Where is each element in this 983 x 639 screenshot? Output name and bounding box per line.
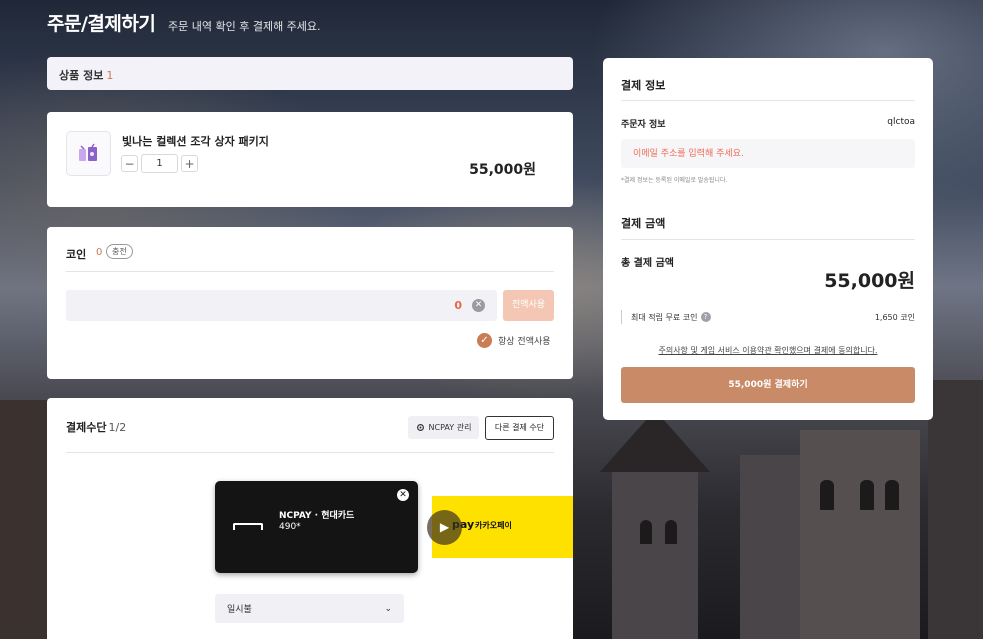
coin-charge-button[interactable]: 충전 bbox=[106, 244, 133, 259]
installment-select[interactable]: 일시불 ⌄ bbox=[215, 594, 404, 623]
coin-balance: 0 bbox=[96, 247, 103, 258]
payment-amount-heading: 결제 금액 bbox=[621, 217, 666, 230]
product-count: 1 bbox=[106, 69, 114, 82]
coin-label: 코인 bbox=[66, 248, 87, 261]
reward-coin-row: 최대 적립 무료 코인 ? 1,650 코인 bbox=[621, 310, 915, 324]
payment-method-count: 1/2 bbox=[108, 421, 127, 434]
page-subtitle: 주문 내역 확인 후 결제해 주세요. bbox=[168, 20, 321, 33]
card-icon bbox=[233, 523, 263, 530]
coin-amount-input[interactable]: 0 ✕ bbox=[66, 290, 497, 321]
payment-method-card: 결제수단 1/2 NCPAY 관리 다른 결제 수단 NCPAY · 현대카드 4… bbox=[47, 398, 573, 639]
use-all-button[interactable]: 전액사용 bbox=[503, 290, 554, 321]
buyer-id: qlctoa bbox=[887, 117, 915, 127]
product-card: 빛나는 컬렉션 조각 상자 패키지 − 1 + 55,000원 bbox=[47, 112, 573, 207]
carousel-next-arrow-icon[interactable]: ▶ bbox=[427, 510, 462, 545]
product-price: 55,000원 bbox=[469, 162, 536, 178]
card-number: 490* bbox=[279, 522, 301, 532]
coin-amount-value: 0 bbox=[454, 299, 462, 312]
close-icon[interactable]: ✕ bbox=[397, 489, 409, 501]
always-use-all-checkbox[interactable]: ✓ 항상 전액사용 bbox=[477, 333, 551, 348]
reward-coin-label-wrap: 최대 적립 무료 코인 ? bbox=[631, 312, 711, 323]
ncpay-manage-label: NCPAY 관리 bbox=[428, 423, 472, 432]
payment-method-label: 결제수단 bbox=[66, 421, 107, 434]
product-info-label: 상품 정보 bbox=[59, 69, 104, 82]
ncpay-manage-button[interactable]: NCPAY 관리 bbox=[408, 416, 479, 439]
payment-info-heading: 결제 정보 bbox=[621, 79, 666, 92]
quantity-stepper: − 1 + bbox=[121, 154, 198, 173]
check-icon: ✓ bbox=[477, 333, 492, 348]
pay-button[interactable]: 55,000원 결제하기 bbox=[621, 367, 915, 403]
info-icon[interactable]: ? bbox=[700, 312, 711, 322]
reward-coin-label: 최대 적립 무료 코인 bbox=[631, 312, 698, 322]
page-title: 주문/결제하기 bbox=[47, 13, 156, 35]
always-use-all-label: 항상 전액사용 bbox=[498, 337, 551, 347]
divider bbox=[66, 452, 554, 453]
card-name: NCPAY · 현대카드 bbox=[279, 511, 355, 521]
total-amount-value: 55,000원 bbox=[824, 270, 915, 292]
payment-method-heading: 결제수단 1/2 bbox=[66, 419, 126, 435]
email-field[interactable] bbox=[621, 139, 915, 168]
coin-card: 코인 0 충전 0 ✕ 전액사용 ✓ 항상 전액사용 bbox=[47, 227, 573, 379]
product-info-header: 상품 정보 1 bbox=[47, 57, 573, 90]
increase-quantity-button[interactable]: + bbox=[181, 155, 198, 172]
gift-box-icon bbox=[66, 131, 111, 176]
buyer-info-label: 주문자 정보 bbox=[621, 120, 666, 130]
other-payment-method-button[interactable]: 다른 결제 수단 bbox=[485, 416, 554, 440]
product-name: 빛나는 컬렉션 조각 상자 패키지 bbox=[122, 135, 269, 148]
divider bbox=[621, 239, 915, 240]
divider bbox=[621, 100, 915, 101]
ncpay-card-option[interactable]: NCPAY · 현대카드 490* ✕ bbox=[215, 481, 418, 573]
terms-agreement-link[interactable]: 주의사항 및 게임 서비스 이용약관 확인했으며 결제에 동의합니다. bbox=[603, 345, 933, 356]
chevron-down-icon: ⌄ bbox=[384, 603, 392, 614]
gear-icon bbox=[416, 424, 424, 431]
payment-summary-panel: 결제 정보 주문자 정보 qlctoa *결제 정보는 등록된 이메일로 발송됩… bbox=[603, 58, 933, 420]
kakaopay-label: 카카오페이 bbox=[475, 521, 512, 530]
quantity-input[interactable]: 1 bbox=[141, 154, 178, 173]
installment-value: 일시불 bbox=[227, 605, 252, 615]
clear-icon[interactable]: ✕ bbox=[472, 299, 485, 312]
decrease-quantity-button[interactable]: − bbox=[121, 155, 138, 172]
email-note: *결제 정보는 등록된 이메일로 발송됩니다. bbox=[621, 177, 728, 184]
reward-coin-value: 1,650 코인 bbox=[874, 312, 915, 322]
divider bbox=[66, 271, 554, 272]
total-amount-label: 총 결제 금액 bbox=[621, 258, 674, 269]
